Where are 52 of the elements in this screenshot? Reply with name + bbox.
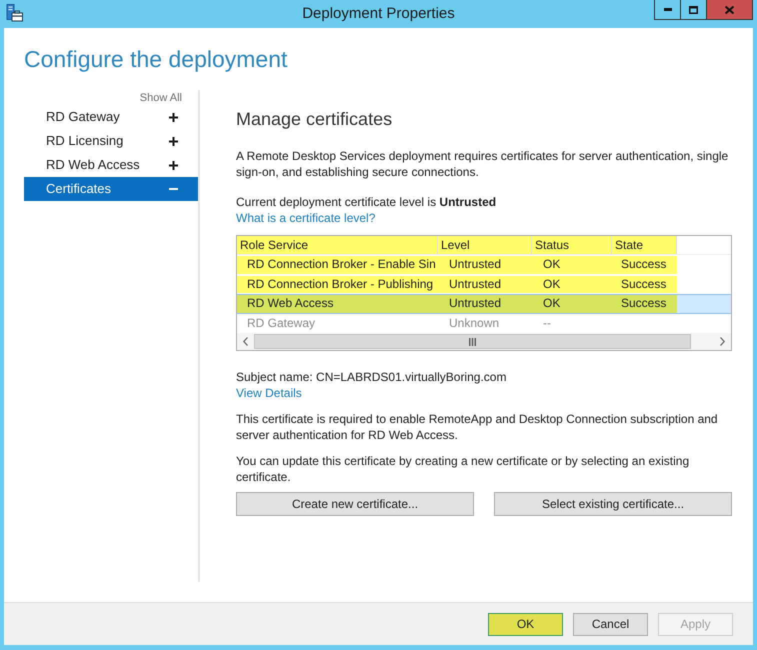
sidebar-item[interactable]: RD Gateway — [24, 105, 198, 129]
section-title: Manage certificates — [236, 108, 394, 131]
update-note-text: You can update this certificate by creating a new certificate or by selecting an existing certificate. — [236, 453, 690, 485]
certificate-action-button[interactable]: Select existing certificate... — [494, 492, 732, 516]
table-cell-text: RD Web Access — [246, 295, 334, 312]
table-cell-text: RD Connection Broker - Publishing — [246, 276, 434, 292]
dialog-button[interactable]: Cancel — [573, 612, 648, 636]
maximize-icon — [689, 6, 698, 14]
scrollbar-thumb[interactable] — [254, 334, 691, 349]
chevron-left-icon — [243, 337, 248, 346]
table-row[interactable]: RD Connection Broker - Publishing Untrusted OK Success — [237, 274, 731, 294]
certificate-level-text: Current deployment certificate level is Untrusted — [236, 194, 498, 210]
certificate-level-link[interactable]: What is a certificate level? — [236, 210, 376, 226]
table-cell-text: Untrusted — [448, 256, 502, 273]
table-cell-text: RD Connection Broker - Enable Sin — [246, 256, 437, 273]
certificate-action-button[interactable]: Create new certificate... — [236, 492, 474, 516]
column-header[interactable]: State — [612, 236, 677, 254]
chevron-right-icon — [720, 337, 725, 346]
show-all-link[interactable]: Show All — [140, 91, 182, 105]
subject-name-text: Subject name: CN=LABRDS01.virtuallyBoring.com — [236, 369, 508, 385]
certificate-note-text: This certificate is required to enable RemoteApp and Desktop Connection subscription and server authentication for RD Web Access. — [236, 411, 719, 443]
table-cell-text: Success — [620, 256, 668, 273]
sidebar-item[interactable]: RD Licensing — [24, 129, 198, 153]
table-cell-text: -- — [542, 314, 552, 332]
table-row[interactable]: RD Web Access Untrusted OK Success — [237, 294, 731, 314]
horizontal-scrollbar[interactable] — [237, 333, 731, 350]
sidebar-item[interactable]: Certificates — [24, 177, 198, 201]
table-cell-text: Success — [620, 295, 668, 312]
server-briefcase-icon — [6, 4, 23, 22]
description-text: A Remote Desktop Services deployment requires certificates for server authentication, single sign-on, and establishing secure connections. — [236, 148, 730, 180]
close-button[interactable] — [707, 0, 753, 20]
table-cell-text: Untrusted — [448, 295, 502, 312]
window-title: Deployment Properties — [302, 4, 455, 24]
table-row[interactable]: RD Connection Broker - Enable Sin Untrusted OK Success — [237, 255, 731, 274]
column-header[interactable]: Level — [438, 236, 532, 254]
page-heading: Configure the deployment — [23, 45, 288, 74]
table-cell-text: RD Gateway — [246, 314, 316, 332]
table-cell-text: Unknown — [448, 314, 500, 332]
table-cell-text: Success — [620, 276, 668, 292]
sidebar-item[interactable]: RD Web Access — [24, 153, 198, 177]
table-cell-text: OK — [542, 256, 562, 273]
table-cell-text: OK — [542, 295, 562, 312]
column-header[interactable]: Role Service — [237, 236, 438, 254]
column-header[interactable]: Status — [532, 236, 612, 254]
minimize-button[interactable] — [654, 0, 681, 20]
view-details-link[interactable]: View Details — [236, 385, 302, 401]
table-cell-text: OK — [542, 276, 562, 292]
table-cell-text: Untrusted — [448, 276, 502, 292]
dialog-button[interactable]: OK — [488, 612, 563, 636]
grip-icon — [469, 338, 476, 346]
minimize-icon — [664, 8, 672, 11]
close-icon — [725, 6, 734, 14]
